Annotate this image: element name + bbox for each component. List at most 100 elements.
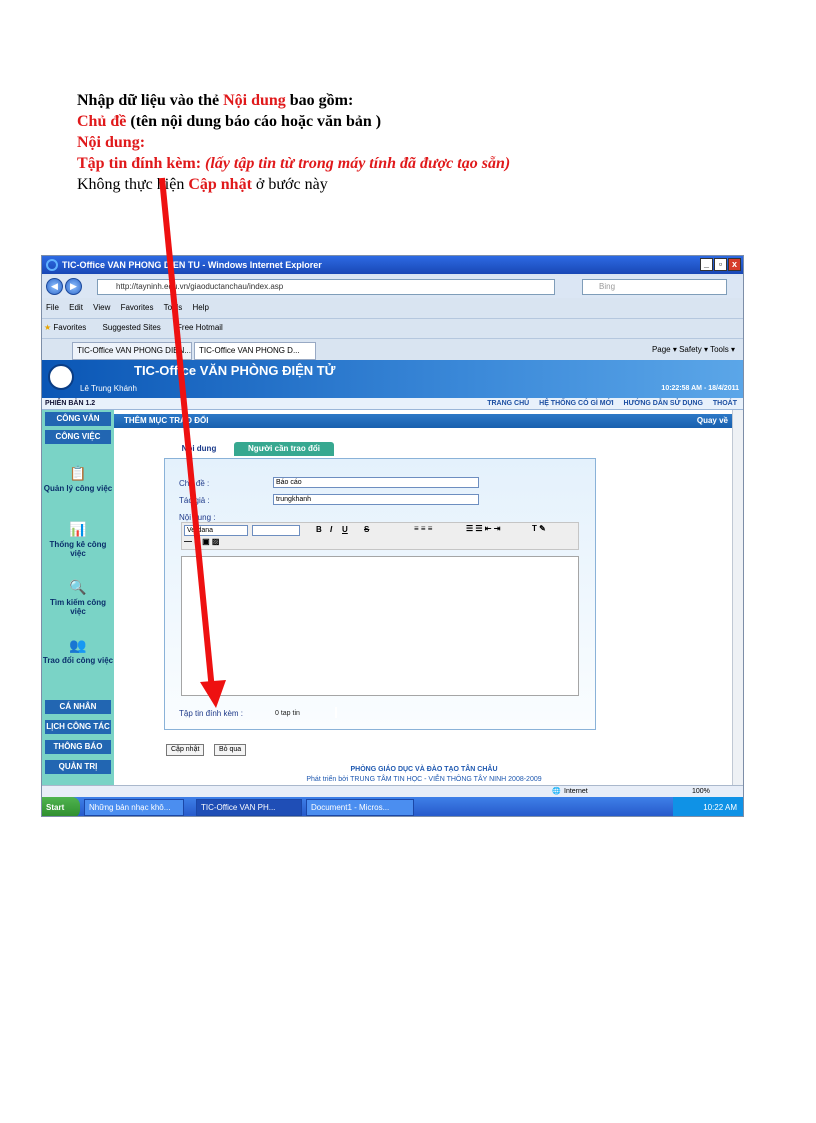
section-header: THÊM MỤC TRAO ĐỔI Quay về xyxy=(114,414,734,428)
subject-label: Chủ đề : xyxy=(179,479,210,488)
favorites-button[interactable]: Favorites xyxy=(53,323,86,332)
start-button[interactable]: Start xyxy=(42,797,80,816)
sidebar: CÔNG VĂN CÔNG VIỆC 📋 Quản lý công việc 📊… xyxy=(42,410,114,785)
minimize-button[interactable]: _ xyxy=(700,258,713,271)
tab-bar: TIC-Office VAN PHONG DIEN... TIC-Office … xyxy=(42,338,743,360)
task-music[interactable]: Những bản nhạc khô... xyxy=(84,799,184,816)
align-icons[interactable]: ≡ ≡ ≡ xyxy=(414,524,432,533)
app-banner: TIC-Office VĂN PHÒNG ĐIỆN TỬ Lê Trung Kh… xyxy=(42,360,743,398)
window-titlebar: TIC-Office VAN PHONG DIEN TU - Windows I… xyxy=(42,256,743,274)
list-icons[interactable]: ☰ ☰ ⇤ ⇥ xyxy=(466,524,500,533)
instruction-line-4: Tập tin đính kèm: (lấy tập tin từ trong … xyxy=(77,155,511,172)
suggested-sites-link[interactable]: Suggested Sites xyxy=(103,323,161,332)
sidebar-item-tim-kiem[interactable]: 🔍 Tìm kiếm công việc xyxy=(42,578,114,616)
logo-icon xyxy=(48,364,74,390)
main-content: THÊM MỤC TRAO ĐỔI Quay về Nội dung Người… xyxy=(114,410,734,785)
window-title: TIC-Office VAN PHONG DIEN TU - Windows I… xyxy=(62,260,322,270)
menu-help[interactable]: Help xyxy=(193,303,209,312)
footer-line-2: Phát triển bởi TRUNG TÂM TIN HỌC - VIỄN … xyxy=(306,776,542,783)
sidebar-item-thong-ke[interactable]: 📊 Thống kê công việc xyxy=(42,520,114,558)
editor-toolbar: Verdana B I U S ≡ ≡ ≡ ☰ ☰ ⇤ ⇥ T ✎ — ∞ ▣ … xyxy=(181,522,579,550)
people-icon: 👥 xyxy=(69,637,87,653)
magnifier-icon: 🔍 xyxy=(69,579,87,595)
link-whats-new[interactable]: HỆ THỐNG CÓ GÌ MỚI xyxy=(539,400,613,407)
instruction-line-2: Chủ đề (tên nội dung báo cáo hoặc văn bả… xyxy=(77,113,382,130)
task-ie[interactable]: TIC-Office VAN PH... xyxy=(196,799,302,816)
sidebar-header-thong-bao[interactable]: THÔNG BÁO xyxy=(45,740,111,754)
tab-1[interactable]: TIC-Office VAN PHONG DIEN... xyxy=(72,342,192,360)
strike-icon[interactable]: S xyxy=(364,525,369,534)
insert-icons[interactable]: — ∞ ▣ ▨ xyxy=(184,537,220,546)
version-bar: PHIÊN BẢN 1.2 TRANG CHỦ HỆ THỐNG CÓ GÌ M… xyxy=(42,398,743,410)
sidebar-header-quan-tri[interactable]: QUẢN TRỊ xyxy=(45,760,111,774)
link-logout[interactable]: THOÁT xyxy=(713,400,737,407)
instruction-line-5: Không thực hiện Cập nhật ở bước này xyxy=(77,176,328,193)
menu-favorites[interactable]: Favorites xyxy=(121,303,154,312)
tab-noi-dung[interactable]: Nội dung xyxy=(164,442,234,456)
attachment-label: Tập tin đính kèm : xyxy=(179,709,244,718)
menu-view[interactable]: View xyxy=(93,303,110,312)
tab-nguoi-can-trao-doi[interactable]: Người cần trao đổi xyxy=(234,442,334,456)
status-bar: 🌐 Internet 100% xyxy=(42,785,743,797)
skip-button[interactable]: Bỏ qua xyxy=(214,744,247,756)
web-page: TIC-Office VĂN PHÒNG ĐIỆN TỬ Lê Trung Kh… xyxy=(42,360,743,785)
attachment-input[interactable] xyxy=(335,707,337,718)
update-button[interactable]: Cập nhật xyxy=(166,744,205,756)
content-editor[interactable] xyxy=(181,556,579,696)
command-bar[interactable]: Page ▾ Safety ▾ Tools ▾ xyxy=(652,339,735,361)
attachment-count: 0 tap tin xyxy=(275,710,300,717)
instruction-text: Nhập dữ liệu vào thẻ Nội dung bao gồm: C… xyxy=(77,90,510,195)
menu-edit[interactable]: Edit xyxy=(69,303,83,312)
instruction-line-1: Nhập dữ liệu vào thẻ Nội dung bao gồm: xyxy=(77,92,354,109)
font-select[interactable]: Verdana xyxy=(184,525,248,536)
section-title: THÊM MỤC TRAO ĐỔI xyxy=(124,416,209,425)
sidebar-header-cong-van[interactable]: CÔNG VĂN xyxy=(45,412,111,426)
maximize-button[interactable]: ▫ xyxy=(714,258,727,271)
clock-text: 10:22:58 AM - 18/4/2011 xyxy=(661,385,739,392)
version-label: PHIÊN BẢN 1.2 xyxy=(45,400,96,407)
subject-input[interactable]: Báo cáo xyxy=(273,477,479,488)
link-guide[interactable]: HƯỚNG DẪN SỬ DỤNG xyxy=(624,400,703,407)
italic-icon[interactable]: I xyxy=(330,525,332,534)
menu-file[interactable]: File xyxy=(46,303,59,312)
sidebar-item-trao-doi[interactable]: 👥 Trao đổi công việc xyxy=(42,636,114,665)
back-icon[interactable]: ◀ xyxy=(46,278,63,295)
sidebar-header-ca-nhan[interactable]: CÁ NHÂN xyxy=(45,700,111,714)
system-tray: 10:22 AM xyxy=(673,797,743,816)
chart-icon: 📊 xyxy=(69,521,87,537)
size-select[interactable] xyxy=(252,525,300,536)
author-label: Tác giả : xyxy=(179,496,210,505)
underline-icon[interactable]: U xyxy=(342,525,348,534)
instruction-line-3: Nội dung: xyxy=(77,134,146,151)
menu-bar: File Edit View Favorites Tools Help xyxy=(42,300,743,316)
address-bar: ◀ ▶ http://tayninh.edu.vn/giaoductanchau… xyxy=(42,276,743,298)
author-input[interactable]: trungkhanh xyxy=(273,494,479,505)
back-link[interactable]: Quay về xyxy=(697,414,728,428)
ie-icon xyxy=(46,259,58,271)
tab-2[interactable]: TIC-Office VAN PHONG D... xyxy=(194,342,316,360)
app-title: TIC-Office VĂN PHÒNG ĐIỆN TỬ xyxy=(134,363,336,378)
form-panel: Chủ đề : Báo cáo Tác giả : trungkhanh Nộ… xyxy=(164,458,596,730)
user-name: Lê Trung Khánh xyxy=(80,384,137,393)
forward-icon[interactable]: ▶ xyxy=(65,278,82,295)
star-icon: ★ xyxy=(44,323,52,332)
close-button[interactable]: x xyxy=(728,258,741,271)
content-label: Nội dung : xyxy=(179,513,216,522)
taskbar: Start Những bản nhạc khô... TIC-Office V… xyxy=(42,797,743,816)
link-home[interactable]: TRANG CHỦ xyxy=(487,400,529,407)
sidebar-header-cong-viec[interactable]: CÔNG VIỆC xyxy=(45,430,111,444)
free-hotmail-link[interactable]: Free Hotmail xyxy=(177,323,223,332)
sidebar-header-lich[interactable]: LỊCH CÔNG TÁC xyxy=(45,720,111,734)
clipboard-icon: 📋 xyxy=(69,465,87,481)
url-input[interactable]: http://tayninh.edu.vn/giaoductanchau/ind… xyxy=(97,279,555,295)
tray-clock: 10:22 AM xyxy=(703,803,737,812)
menu-tools[interactable]: Tools xyxy=(164,303,183,312)
bold-icon[interactable]: B xyxy=(316,525,322,534)
footer-line-1: PHÒNG GIÁO DỤC VÀ ĐÀO TẠO TÂN CHÂU xyxy=(350,766,498,773)
task-word[interactable]: Document1 - Micros... xyxy=(306,799,414,816)
sidebar-item-quan-ly[interactable]: 📋 Quản lý công việc xyxy=(42,464,114,493)
search-input[interactable]: Bing xyxy=(582,279,727,295)
page-scrollbar[interactable] xyxy=(732,410,743,785)
browser-screenshot: TIC-Office VAN PHONG DIEN TU - Windows I… xyxy=(41,255,744,817)
format-icons[interactable]: T ✎ xyxy=(532,524,546,533)
